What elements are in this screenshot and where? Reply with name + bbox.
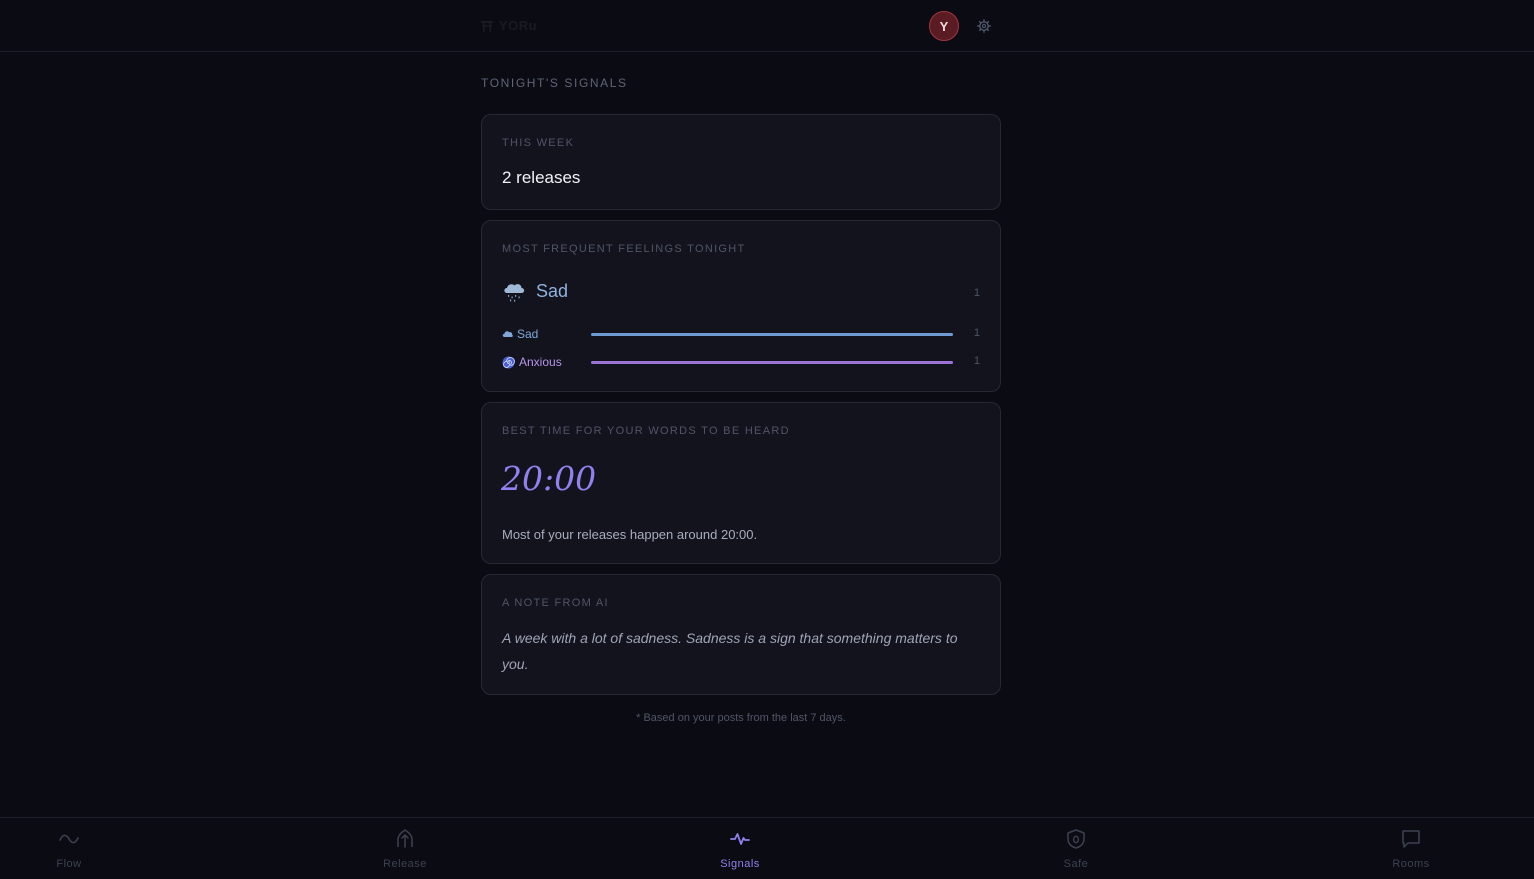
card-label: BEST TIME FOR YOUR WORDS TO BE HEARD: [502, 425, 790, 437]
top-bar: YORu Y: [0, 0, 1534, 52]
feeling-count: 1: [973, 355, 980, 367]
top-feeling-count: 1: [973, 287, 980, 299]
footnote: * Based on your posts from the last 7 da…: [636, 712, 846, 724]
gear-icon[interactable]: [976, 18, 992, 34]
cloud-icon: [502, 331, 513, 337]
chat-bubble-icon: [1402, 830, 1420, 848]
weekly-summary-card: THIS WEEK 2 releases: [481, 114, 1001, 210]
shield-icon: [1067, 829, 1085, 849]
feeling-row: Sad 1: [502, 327, 980, 343]
nav-item-release[interactable]: Release: [345, 818, 465, 879]
feeling-bar-track: [591, 333, 953, 336]
card-label: THIS WEEK: [502, 137, 575, 149]
feeling-label: Sad: [502, 327, 538, 341]
spiral-icon: [502, 356, 515, 368]
feelings-card: MOST FREQUENT FEELINGS TONIGHT Sad 1 Sad: [481, 220, 1001, 392]
nav-label: Rooms: [1392, 858, 1430, 870]
card-label: A NOTE FROM AI: [502, 597, 609, 609]
weekly-release-count: 2 releases: [502, 168, 581, 187]
best-time-description: Most of your releases happen around 20:0…: [502, 527, 758, 542]
ai-note-card: A NOTE FROM AI A week with a lot of sadn…: [481, 574, 1001, 695]
feeling-bar-fill: [591, 333, 953, 336]
brand-logo[interactable]: YORu: [481, 18, 537, 33]
nav-label: Flow: [56, 858, 82, 870]
pulse-icon: [730, 833, 750, 845]
nav-label: Safe: [1063, 858, 1089, 870]
avatar[interactable]: Y: [929, 11, 959, 41]
card-label: MOST FREQUENT FEELINGS TONIGHT: [502, 243, 746, 255]
torii-icon: [481, 20, 493, 32]
nav-label: Signals: [720, 858, 760, 870]
top-feeling: Sad: [502, 281, 568, 302]
nav-label: Release: [383, 858, 427, 870]
feeling-bar-fill: [591, 361, 953, 364]
brand-name: YORu: [499, 18, 538, 33]
rain-cloud-icon: [504, 283, 525, 302]
release-icon: [397, 829, 413, 848]
feeling-name: Anxious: [519, 355, 562, 369]
feeling-row: Anxious 1: [502, 355, 980, 371]
avatar-initial: Y: [939, 18, 949, 34]
best-time-value: 20:00: [501, 459, 597, 498]
bottom-nav: Flow Release Signals Safe Rooms: [0, 817, 1534, 879]
nav-item-signals[interactable]: Signals: [680, 818, 800, 879]
feeling-label: Anxious: [502, 355, 562, 369]
feeling-count: 1: [973, 327, 980, 339]
wave-icon: [59, 834, 79, 844]
feeling-name: Sad: [517, 327, 539, 341]
ai-note-text: A week with a lot of sadness. Sadness is…: [502, 630, 958, 672]
page-title: TONIGHT'S SIGNALS: [481, 76, 628, 90]
top-feeling-name: Sad: [536, 281, 569, 301]
nav-item-rooms[interactable]: Rooms: [1351, 818, 1471, 879]
nav-item-flow[interactable]: Flow: [9, 818, 129, 879]
best-time-card: BEST TIME FOR YOUR WORDS TO BE HEARD 20:…: [481, 402, 1001, 564]
feeling-bar-track: [591, 361, 953, 364]
nav-item-safe[interactable]: Safe: [1016, 818, 1136, 879]
